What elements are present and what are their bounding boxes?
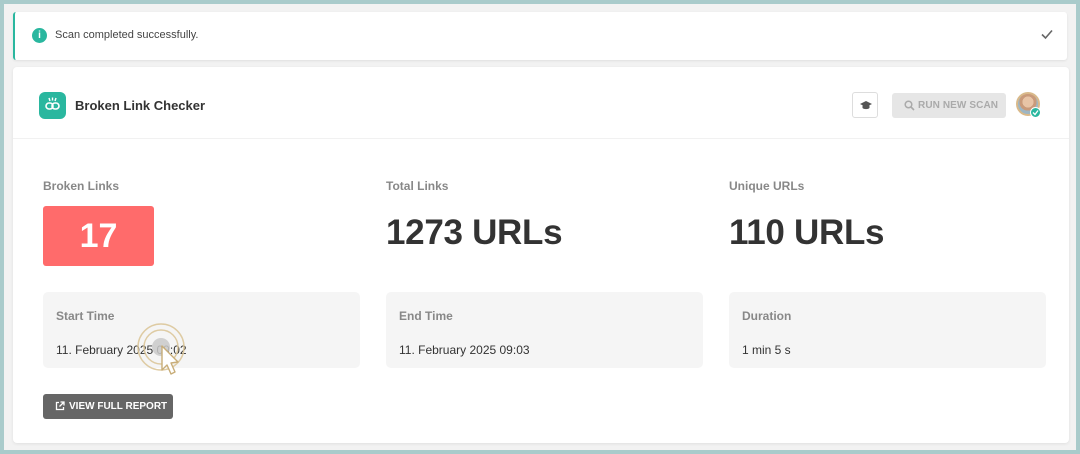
unique-urls-value: 110 URLs [729, 213, 885, 252]
broken-link-logo-icon [39, 92, 66, 119]
duration-box: Duration 1 min 5 s [729, 292, 1046, 368]
view-full-report-button[interactable]: VIEW FULL REPORT [43, 394, 173, 419]
graduation-cap-icon [860, 101, 872, 110]
duration-label: Duration [742, 309, 792, 323]
success-notice: i Scan completed successfully. [13, 12, 1067, 60]
duration-value: 1 min 5 s [742, 343, 791, 357]
search-icon [904, 100, 915, 111]
total-links-value: 1273 URLs [386, 213, 563, 252]
run-new-scan-button[interactable]: RUN NEW SCAN [892, 93, 1006, 118]
page-frame: i Scan completed successfully. Broken Li… [4, 4, 1076, 450]
unique-urls-label: Unique URLs [729, 179, 805, 193]
view-full-report-label: VIEW FULL REPORT [69, 401, 168, 412]
notice-message: Scan completed successfully. [55, 29, 199, 41]
broken-links-label: Broken Links [43, 179, 120, 193]
end-time-label: End Time [399, 309, 453, 323]
broken-links-count: 17 [43, 206, 154, 266]
start-time-label: Start Time [56, 309, 115, 323]
page-title: Broken Link Checker [75, 98, 206, 113]
start-time-value: 11. February 2025 09:02 [56, 343, 187, 357]
external-link-icon [55, 401, 65, 411]
tutorial-button[interactable] [852, 92, 878, 118]
dismiss-check-icon[interactable] [1039, 26, 1055, 42]
card-header: Broken Link Checker RUN NEW SCAN [13, 67, 1069, 139]
end-time-value: 11. February 2025 09:03 [399, 343, 530, 357]
end-time-box: End Time 11. February 2025 09:03 [386, 292, 703, 368]
total-links-label: Total Links [386, 179, 449, 193]
scan-results-card: Broken Link Checker RUN NEW SCAN Broken … [13, 67, 1069, 443]
run-new-scan-label: RUN NEW SCAN [918, 100, 999, 111]
verified-check-icon [1030, 107, 1041, 118]
info-icon: i [32, 28, 47, 43]
start-time-box: Start Time 11. February 2025 09:02 [43, 292, 360, 368]
